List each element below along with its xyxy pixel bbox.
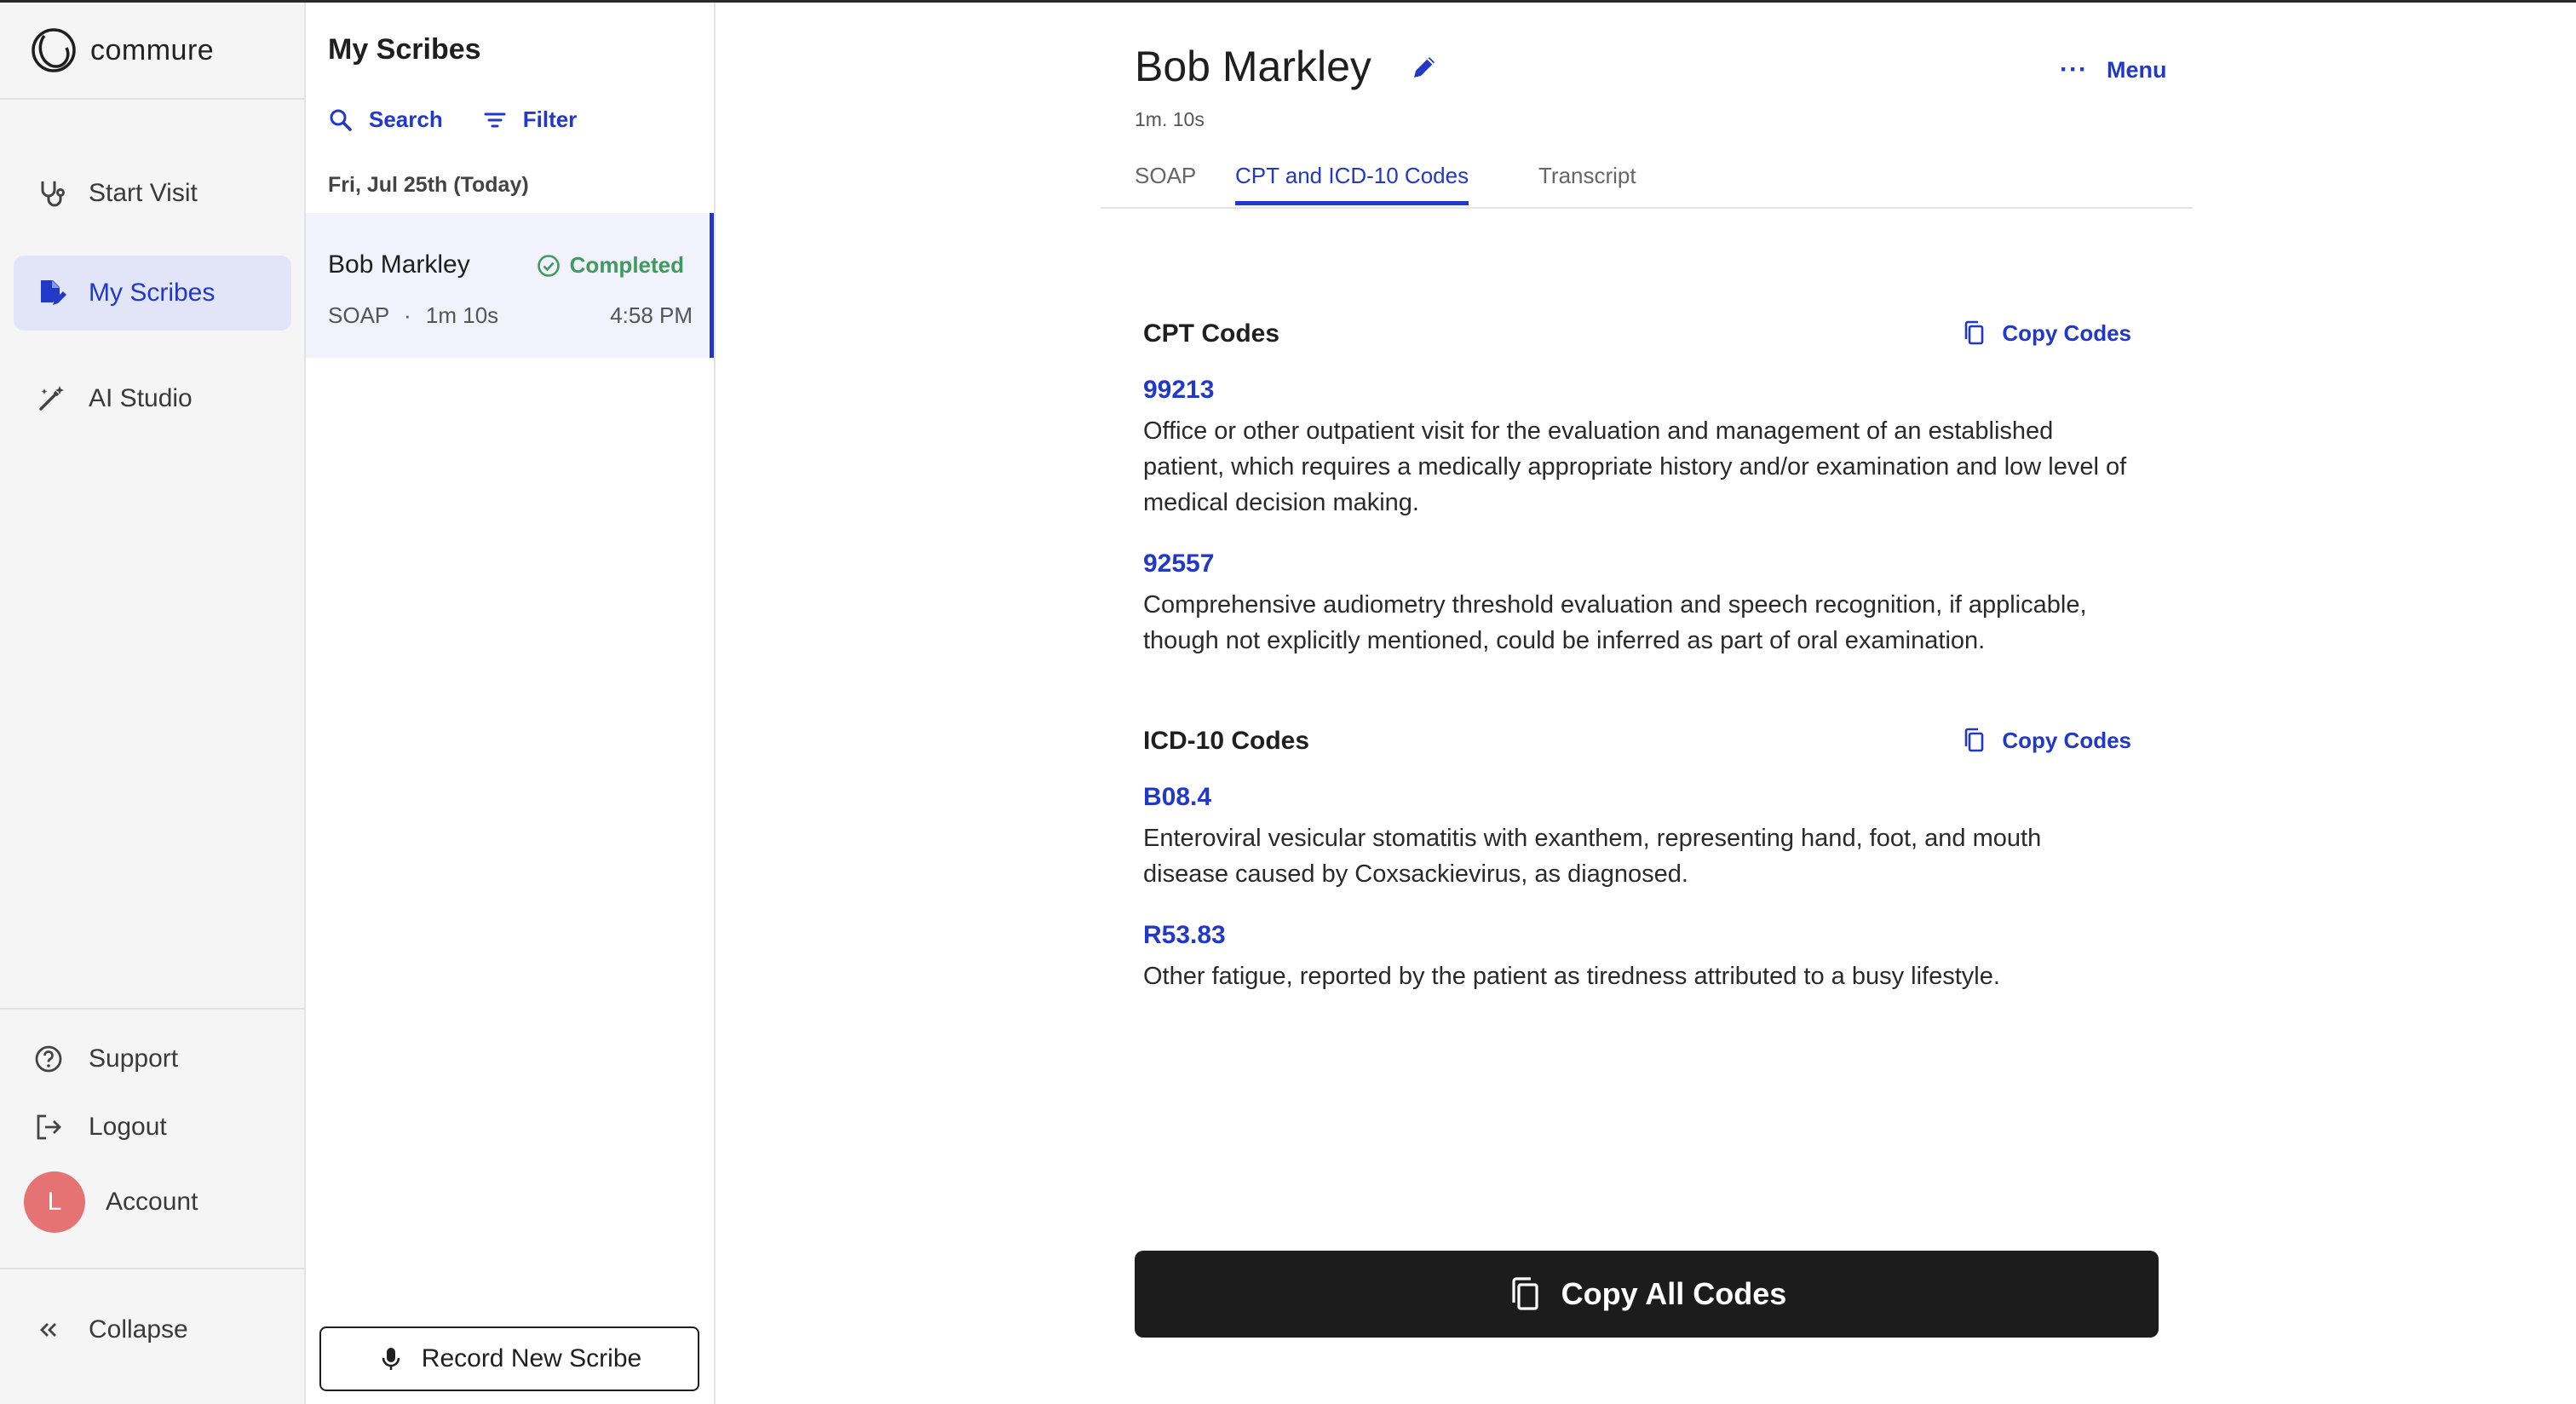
filter-button[interactable]: Filter (482, 106, 578, 133)
copy-icd-codes-button[interactable]: Copy Codes (1961, 727, 2131, 754)
copy-cpt-codes-button[interactable]: Copy Codes (1961, 319, 2131, 347)
tab-bar: SOAP CPT and ICD-10 Codes Transcript (1101, 161, 2193, 209)
date-heading: Fri, Jul 25th (Today) (328, 173, 529, 197)
double-chevron-left-icon (40, 1323, 56, 1337)
copy-codes-label: Copy Codes (2002, 727, 2131, 753)
code-item: 92557 Comprehensive audiometry threshold… (1143, 550, 2131, 659)
code-description: Office or other outpatient visit for the… (1143, 417, 2127, 516)
copy-icon (1512, 1277, 1538, 1310)
brand[interactable]: commure (29, 25, 214, 76)
tab-cpt-icd10[interactable]: CPT and ICD-10 Codes (1235, 163, 1469, 205)
collapse-label: Collapse (89, 1315, 188, 1344)
sidebar-item-start-visit[interactable]: Start Visit (14, 156, 291, 231)
code-number[interactable]: B08.4 (1143, 783, 2131, 812)
scribes-panel-title: My Scribes (328, 33, 481, 66)
help-circle-icon (35, 1045, 62, 1073)
more-dots-icon: ··· (2060, 55, 2088, 83)
collapse-button[interactable]: Collapse (34, 1309, 188, 1351)
scribe-list-item[interactable]: Bob Markley Completed SOAP · 1m 10s 4:58… (306, 213, 714, 358)
tab-transcript[interactable]: Transcript (1538, 163, 1636, 205)
scribe-type: SOAP (328, 302, 389, 328)
visit-duration: 1m. 10s (1135, 108, 1205, 130)
sidebar-item-label: My Scribes (89, 279, 216, 307)
copy-icon (1965, 320, 1984, 345)
code-number[interactable]: R53.83 (1143, 921, 2131, 950)
copy-icon (1965, 728, 1984, 752)
menu-button[interactable]: ··· Menu (2060, 55, 2166, 84)
scribes-actions: Search Filter (328, 106, 616, 133)
status-badge: Completed (536, 252, 684, 279)
sidebar-divider (0, 1268, 304, 1269)
record-new-scribe-button[interactable]: Record New Scribe (319, 1326, 699, 1391)
search-button[interactable]: Search (328, 106, 443, 133)
sidebar-divider (0, 98, 304, 100)
sidebar-divider (0, 1008, 304, 1010)
stethoscope-icon (41, 181, 65, 207)
check-circle-icon (537, 254, 560, 277)
avatar: L (24, 1171, 85, 1233)
main-content: Bob Markley 1m. 10s ··· Menu SOAP CPT an… (716, 3, 2576, 1404)
sidebar-item-ai-studio[interactable]: AI Studio (14, 361, 291, 436)
record-button-label: Record New Scribe (421, 1344, 642, 1372)
scribe-meta: SOAP · 1m 10s (328, 302, 498, 329)
search-icon (330, 109, 352, 131)
logout-icon (37, 1114, 61, 1140)
support-link[interactable]: Support (34, 1038, 178, 1080)
sidebar-item-label: AI Studio (89, 384, 193, 412)
logout-link[interactable]: Logout (34, 1106, 167, 1148)
tab-soap[interactable]: SOAP (1135, 163, 1196, 205)
magic-wand-icon (39, 386, 64, 411)
code-item: B08.4 Enteroviral vesicular stomatitis w… (1143, 783, 2131, 892)
document-edit-icon (41, 280, 66, 305)
code-description: Enteroviral vesicular stomatitis with ex… (1143, 825, 2042, 888)
account-label: Account (106, 1188, 198, 1216)
icd-section-title: ICD-10 Codes (1143, 727, 1310, 755)
code-number[interactable]: 92557 (1143, 550, 2131, 578)
meta-separator: · (404, 302, 411, 328)
scribe-time: 4:58 PM (610, 302, 693, 328)
cpt-codes-section: CPT Codes Copy Codes 99213 Office or oth… (1143, 319, 2131, 677)
account-link[interactable]: L Account (24, 1171, 198, 1233)
code-item: R53.83 Other fatigue, reported by the pa… (1143, 921, 2131, 994)
status-label: Completed (569, 252, 684, 278)
support-label: Support (89, 1044, 179, 1073)
copy-all-label: Copy All Codes (1561, 1276, 1787, 1311)
search-label: Search (369, 106, 443, 132)
scribes-list-panel: My Scribes Search Filter Fri, Jul 25th (… (306, 3, 716, 1404)
menu-label: Menu (2106, 56, 2167, 83)
page-title: Bob Markley (1135, 43, 1371, 90)
microphone-icon (382, 1348, 400, 1370)
code-item: 99213 Office or other outpatient visit f… (1143, 376, 2131, 521)
code-description: Other fatigue, reported by the patient a… (1143, 963, 2000, 990)
sidebar-item-my-scribes[interactable]: My Scribes (14, 256, 291, 331)
pencil-icon[interactable] (1409, 52, 1440, 83)
sidebar-item-label: Start Visit (89, 179, 198, 207)
code-number[interactable]: 99213 (1143, 376, 2131, 405)
icd10-codes-section: ICD-10 Codes Copy Codes B08.4 Enterovira… (1143, 727, 2131, 1008)
sidebar: commure Start Visit My Scribes AI Studio (0, 3, 306, 1404)
scribe-patient-name: Bob Markley (328, 250, 470, 279)
scribe-duration: 1m 10s (425, 302, 499, 328)
code-description: Comprehensive audiometry threshold evalu… (1143, 591, 2087, 654)
copy-codes-label: Copy Codes (2002, 319, 2131, 346)
commure-logo-icon (32, 28, 76, 72)
copy-all-codes-button[interactable]: Copy All Codes (1135, 1251, 2159, 1338)
logout-label: Logout (89, 1113, 167, 1141)
brand-name: commure (90, 33, 215, 66)
cpt-section-title: CPT Codes (1143, 319, 1280, 348)
filter-label: Filter (522, 106, 578, 132)
filter-icon (484, 112, 506, 127)
